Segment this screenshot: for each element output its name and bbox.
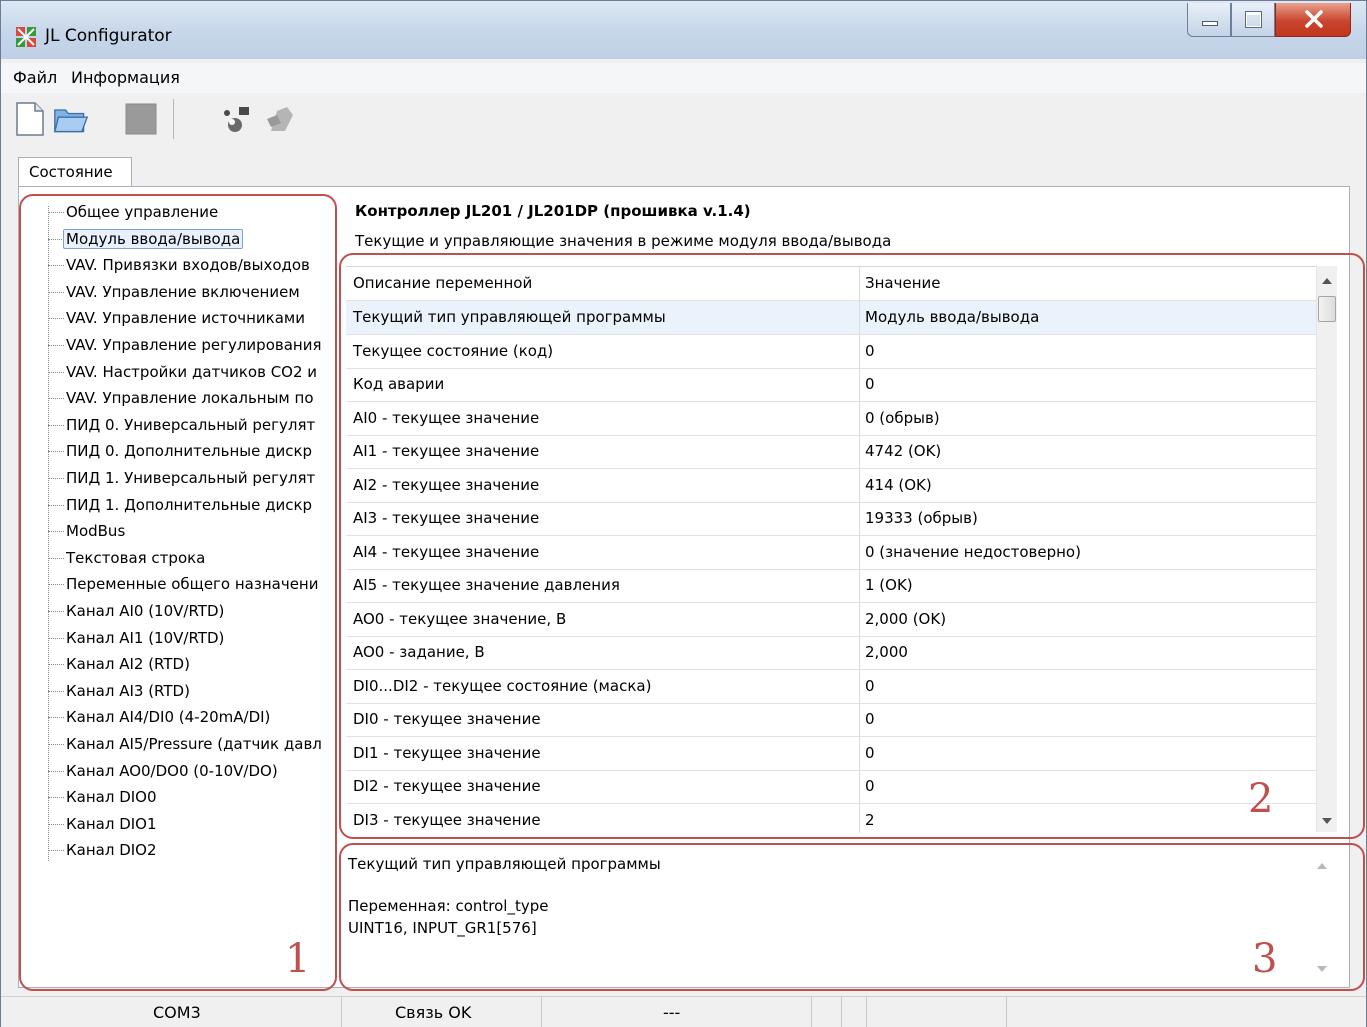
device-icon[interactable] [263,101,299,137]
tab-state-label: Состояние [29,163,113,181]
page-header: Контроллер JL201 / JL201DP (прошивка v.1… [346,194,1351,254]
new-file-icon[interactable] [11,101,47,137]
page-subtitle: Текущие и управляющие значения в режиме … [355,232,892,250]
title-bar: JL Configurator [1,1,1366,59]
tab-state[interactable]: Состояние [18,157,132,187]
connect-icon[interactable] [219,101,255,137]
save-icon[interactable] [123,101,159,137]
status-segment [866,997,1007,1027]
status-extra-text: --- [663,1003,681,1022]
close-icon [1305,10,1323,28]
annotation-box-1 [19,194,337,991]
status-port-text: COM3 [153,1003,201,1022]
menu-file[interactable]: Файл [13,68,57,87]
annotation-label-1: 1 [285,936,311,982]
toolbar-separator [173,99,174,139]
tab-strip: Состояние [1,153,1366,187]
status-link-text: Связь OK [395,1003,472,1022]
minimize-icon [1202,21,1218,26]
open-folder-icon[interactable] [53,101,89,137]
annotation-box-3 [339,843,1365,991]
toolbar [1,93,1366,153]
annotation-box-2 [339,253,1365,839]
annotation-label-3: 3 [1252,936,1278,982]
annotation-label-2: 2 [1248,776,1274,822]
status-segment [811,997,842,1027]
status-port: COM3 [1,997,342,1027]
menu-info[interactable]: Информация [71,68,180,87]
status-extra: --- [541,997,812,1027]
page-title: Контроллер JL201 / JL201DP (прошивка v.1… [355,202,751,220]
menu-bar: Файл Информация [1,63,1366,93]
app-window: JL Configurator Файл Информация Состояни… [0,0,1367,1027]
minimize-button[interactable] [1187,3,1231,37]
window-title: JL Configurator [45,26,172,46]
status-link: Связь OK [341,997,542,1027]
status-bar: COM3 Связь OK --- [1,996,1366,1027]
maximize-icon [1246,12,1261,27]
status-segment [841,997,867,1027]
maximize-button[interactable] [1231,3,1275,37]
app-logo-icon [16,27,36,47]
close-button[interactable] [1275,3,1351,37]
